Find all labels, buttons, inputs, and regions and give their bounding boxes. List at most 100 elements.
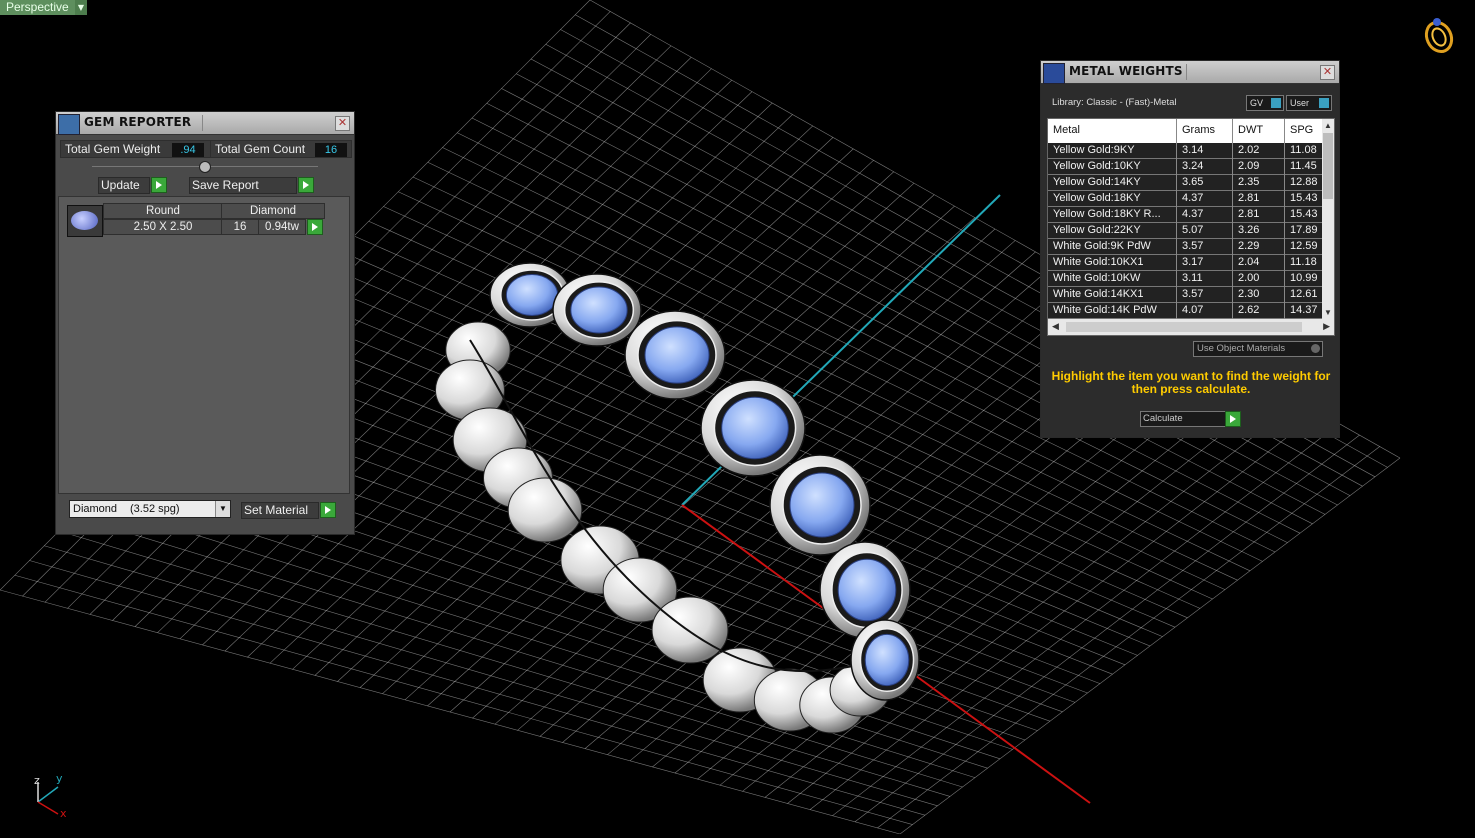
update-go-icon[interactable] [151,177,167,193]
grid-line [854,434,1360,823]
gem-stone [864,633,910,687]
metal-spg: 15.43 [1290,192,1318,204]
metal-spg: 12.59 [1290,240,1318,252]
axis-y-label: y [56,772,63,785]
metal-dwt: 2.62 [1238,304,1260,316]
save-report-go-icon[interactable] [298,177,314,193]
metal-table-row[interactable]: Yellow Gold:9KY 3.14 2.02 11.08 [1048,143,1322,159]
gem-reporter-panel: GEM REPORTER ✕ Total Gem Weight .94 Tota… [55,111,355,535]
scroll-down-icon: ▼ [1324,308,1332,317]
metal-table-row[interactable]: Yellow Gold:18KY R... 4.37 2.81 15.43 [1048,207,1322,223]
vertical-scrollbar[interactable]: ▲ ▼ [1322,119,1334,319]
gem-thumbnail-icon[interactable] [67,205,103,237]
metal-table-row[interactable]: White Gold:14KX1 3.57 2.30 12.61 [1048,287,1322,303]
metal-table-row[interactable]: White Gold:10KX1 3.17 2.04 11.18 [1048,255,1322,271]
metal-dwt: 2.35 [1238,176,1260,188]
metal-grams: 3.57 [1182,240,1204,252]
metal-table-row[interactable]: White Gold:9K PdW 3.57 2.29 12.59 [1048,239,1322,255]
metal-table-row[interactable]: White Gold:14K PdW 4.07 2.62 14.37 [1048,303,1322,319]
metal-name: Yellow Gold:18KY [1053,192,1141,204]
metal-grams: 3.11 [1182,272,1203,284]
gem-row-go-icon[interactable] [307,219,323,235]
metal-grams: 3.14 [1182,144,1204,156]
gem-stone [837,558,897,622]
metal-name: White Gold:14K PdW [1053,304,1157,316]
close-icon[interactable]: ✕ [1320,65,1335,80]
column-header-dwt: DWT [1238,124,1264,136]
grid-line [73,515,963,788]
metal-table[interactable]: Metal Grams DWT SPG Yellow Gold:9KY 3.14 2… [1047,118,1335,336]
library-label: Library: Classic - (Fast)-Metal [1052,97,1177,108]
metal-dwt: 2.81 [1238,192,1260,204]
save-report-button[interactable]: Save Report [189,177,297,194]
scroll-right-icon: ▶ [1323,321,1330,331]
metal-dwt: 2.29 [1238,240,1260,252]
viewport-dropdown-icon[interactable]: ▼ [75,0,87,15]
metal-table-row[interactable]: Yellow Gold:22KY 5.07 3.26 17.89 [1048,223,1322,239]
metal-grams: 3.24 [1182,160,1204,172]
ring-bead [651,596,729,664]
total-gem-weight-value: .94 [172,143,204,157]
metal-name: Yellow Gold:14KY [1053,176,1141,188]
metal-dwt: 3.26 [1238,224,1260,236]
calculate-go-icon[interactable] [1225,411,1241,427]
metal-spg: 15.43 [1290,208,1318,220]
scroll-up-icon: ▲ [1324,121,1332,130]
material-select[interactable]: Diamond (3.52 spg) ▼ [69,500,231,518]
metal-spg: 11.08 [1290,144,1317,156]
grid-line [899,457,1401,835]
horizontal-scrollbar[interactable]: ◀ ▶ [1048,319,1334,335]
metal-weights-titlebar[interactable]: METAL WEIGHTS ✕ [1041,61,1339,84]
gem-stone [644,326,710,384]
metal-table-row[interactable]: Yellow Gold:18KY 4.37 2.81 15.43 [1048,191,1322,207]
metal-spg: 11.45 [1290,160,1317,172]
chevron-down-icon: ▼ [215,501,230,517]
viewport-view-label[interactable]: Perspective [0,0,75,15]
metal-dwt: 2.09 [1238,160,1260,172]
gem-reporter-title: GEM REPORTER [84,115,192,129]
gem-reporter-titlebar[interactable]: GEM REPORTER ✕ [56,112,354,135]
metal-name: Yellow Gold:22KY [1053,224,1141,236]
gem-material: Diamond [221,203,325,219]
grid-line [58,530,951,797]
metal-grams: 5.07 [1182,224,1204,236]
gem-report-icon [58,114,80,135]
gv-toggle[interactable]: GV [1246,95,1284,111]
metal-spg: 14.37 [1290,304,1318,316]
column-header-grams: Grams [1182,124,1215,136]
metal-table-row[interactable]: White Gold:10KW 3.11 2.00 10.99 [1048,271,1322,287]
metal-spg: 12.61 [1290,288,1318,300]
set-material-go-icon[interactable] [320,502,336,518]
metal-name: Yellow Gold:10KY [1053,160,1141,172]
splitter-handle-icon[interactable] [199,161,211,173]
column-header-metal: Metal [1053,124,1080,136]
metal-grams: 3.65 [1182,176,1204,188]
metal-spg: 10.99 [1290,272,1318,284]
gem-stone [505,274,559,316]
metal-name: White Gold:9K PdW [1053,240,1151,252]
metal-table-row[interactable]: Yellow Gold:14KY 3.65 2.35 12.88 [1048,175,1322,191]
metal-name: White Gold:14KX1 [1053,288,1144,300]
grid-line [832,423,1340,816]
scroll-left-icon: ◀ [1052,321,1059,331]
use-object-materials-toggle[interactable]: Use Object Materials [1193,341,1323,357]
gem-weight: 0.94tw [258,219,306,235]
ring-model [435,262,920,734]
axis-z-label: z [34,774,40,787]
axis-triad: z y x [34,772,67,820]
gem-list: Round Diamond 2.50 X 2.50 16 0.94tw [58,196,350,494]
metal-grams: 4.37 [1182,192,1204,204]
update-button[interactable]: Update [98,177,150,194]
metal-table-row[interactable]: Yellow Gold:10KY 3.24 2.09 11.45 [1048,159,1322,175]
metal-dwt: 2.81 [1238,208,1260,220]
metal-weights-panel: METAL WEIGHTS ✕ Library: Classic - (Fast… [1040,60,1340,438]
grid-line [877,446,1380,829]
metal-dwt: 2.30 [1238,288,1260,300]
metal-table-header: Metal Grams DWT SPG [1048,119,1322,143]
close-icon[interactable]: ✕ [335,116,350,131]
user-toggle[interactable]: User [1286,95,1332,111]
set-material-button[interactable]: Set Material [241,502,319,519]
metal-grams: 4.37 [1182,208,1204,220]
ring-logo-icon[interactable] [1422,18,1456,56]
metal-name: White Gold:10KW [1053,272,1141,284]
